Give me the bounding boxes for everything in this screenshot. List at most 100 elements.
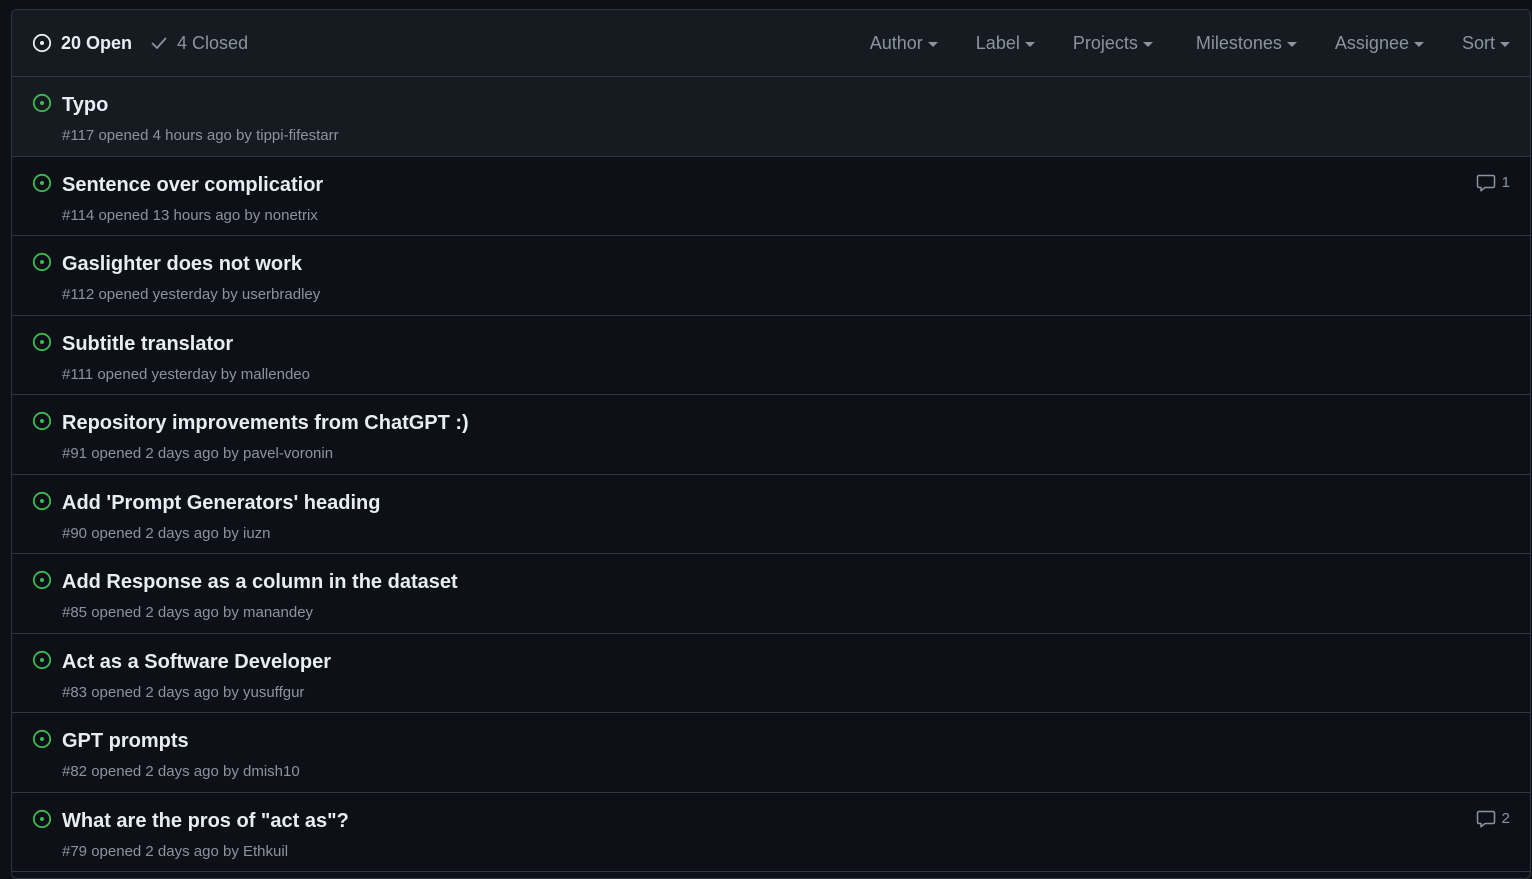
issue-row[interactable]: GPT prompts #82 opened 2 days ago by dmi…	[12, 713, 1530, 793]
issue-number: #90	[62, 524, 88, 542]
label-filter[interactable]: Label	[976, 33, 1035, 54]
issue-title-link[interactable]: Act as a Software Developer	[62, 651, 331, 674]
issue-opened-icon	[32, 570, 52, 590]
issue-title-link[interactable]: Repository improvements from ChatGPT :)	[62, 412, 469, 435]
open-issues-label: 20 Open	[61, 32, 133, 53]
issue-number: #111	[62, 365, 94, 383]
issue-meta: #90 opened 2 days ago by iuzn	[62, 525, 271, 542]
state-toggles: 20 Open 4 Closed	[32, 33, 248, 54]
issue-meta: #91 opened 2 days ago by pavel-voronin	[62, 445, 333, 462]
caret-down-icon	[927, 41, 938, 47]
projects-filter-label: Projects	[1072, 32, 1138, 53]
issue-author-link[interactable]: userbradley	[242, 286, 320, 303]
comment-icon	[1476, 174, 1495, 192]
issue-number: #91	[62, 445, 88, 462]
issue-opened-text: opened 2 days ago by	[91, 683, 239, 701]
issue-title-link[interactable]: Subtitle translator	[62, 333, 233, 356]
filter-bar: Author Label Projects Milestones Assigne…	[870, 33, 1510, 54]
issue-row[interactable]: Typo #117 opened 4 hours ago by tippi-fi…	[12, 77, 1530, 157]
comment-count-link[interactable]: 1	[1476, 174, 1510, 192]
issue-title-link[interactable]: Sentence over complicatior	[62, 174, 323, 197]
issue-row[interactable]: Sentence over complicatior #114 opened 1…	[12, 157, 1530, 236]
sort-filter-label: Sort	[1461, 32, 1495, 53]
sort-filter[interactable]: Sort	[1462, 33, 1510, 54]
issue-author-link[interactable]: dmish10	[243, 763, 300, 780]
issue-opened-text: opened yesterday by	[98, 286, 238, 303]
issue-title-link[interactable]: GPT prompts	[62, 730, 189, 753]
issue-number: #82	[62, 763, 88, 780]
issues-list-box: 20 Open 4 Closed Author Label Projects M…	[11, 9, 1531, 879]
issue-opened-icon	[32, 491, 52, 510]
comment-count: 1	[1501, 174, 1510, 191]
caret-down-icon	[1286, 41, 1297, 47]
issue-opened-icon	[32, 411, 52, 431]
issue-title-link[interactable]: Typo	[62, 94, 108, 117]
issue-number: #112	[62, 286, 95, 303]
issue-meta: #117 opened 4 hours ago by tippi-fifesta…	[62, 127, 339, 144]
caret-down-icon	[1413, 41, 1424, 47]
issue-row[interactable]: Subtitle translator #111 opened yesterda…	[12, 316, 1530, 395]
issue-title-link[interactable]: Add Response as a column in the dataset	[62, 571, 458, 594]
issue-opened-text: opened 13 hours ago by	[98, 206, 261, 224]
issue-number: #117	[62, 127, 95, 144]
issue-row[interactable]: Gaslighter does not work #112 opened yes…	[12, 236, 1530, 316]
issue-meta: #112 opened yesterday by userbradley	[62, 286, 320, 303]
author-filter[interactable]: Author	[870, 33, 938, 54]
issue-row[interactable]: Add 'Prompt Generators' heading #90 open…	[12, 475, 1530, 554]
issue-opened-icon	[32, 729, 52, 749]
issue-title-link[interactable]: Gaslighter does not work	[62, 253, 302, 276]
issue-number: #85	[62, 604, 88, 621]
issue-author-link[interactable]: iuzn	[243, 525, 271, 542]
issue-opened-icon	[32, 252, 52, 272]
issue-opened-text: opened 2 days ago by	[91, 763, 239, 780]
issues-list-header: 20 Open 4 Closed Author Label Projects M…	[12, 10, 1530, 77]
check-icon	[151, 37, 167, 49]
issue-author-link[interactable]: tippi-fifestarr	[256, 127, 339, 144]
issue-opened-text: opened 4 hours ago by	[98, 127, 252, 144]
issue-author-link[interactable]: nonetrix	[264, 207, 317, 224]
milestones-filter[interactable]: Milestones	[1196, 33, 1297, 54]
issue-author-link[interactable]: mallendeo	[241, 366, 310, 383]
issue-opened-icon	[32, 93, 52, 113]
issue-meta: #114 opened 13 hours ago by nonetrix	[62, 207, 318, 224]
issue-row[interactable]: What are the pros of "act as"? #79 opene…	[12, 793, 1530, 872]
author-filter-label: Author	[869, 32, 923, 53]
issue-row[interactable]: Act as a Software Developer #83 opened 2…	[12, 634, 1530, 713]
issue-opened-icon	[32, 173, 52, 192]
comment-count-link[interactable]: 2	[1476, 810, 1510, 828]
issue-row[interactable]: Add Response as a column in the dataset …	[12, 554, 1530, 634]
caret-down-icon	[1142, 41, 1153, 47]
issue-opened-icon	[32, 332, 52, 351]
issue-meta: #79 opened 2 days ago by Ethkuil	[62, 843, 288, 860]
issue-title-link[interactable]: Add 'Prompt Generators' heading	[62, 492, 380, 515]
comment-icon	[1476, 810, 1495, 828]
issue-number: #79	[62, 842, 88, 860]
issue-row[interactable]: Repository improvements from ChatGPT :) …	[12, 395, 1530, 475]
issue-opened-icon	[32, 650, 52, 669]
issue-title-link[interactable]: What are the pros of "act as"?	[62, 810, 349, 833]
issue-author-link[interactable]: yusuffgur	[243, 684, 304, 701]
open-issues-tab[interactable]: 20 Open	[32, 33, 132, 54]
issue-meta: #82 opened 2 days ago by dmish10	[62, 763, 300, 780]
issue-number: #114	[62, 206, 95, 224]
issue-author-link[interactable]: Ethkuil	[243, 843, 288, 860]
milestones-filter-label: Milestones	[1195, 32, 1282, 53]
caret-down-icon	[1500, 41, 1510, 47]
caret-down-icon	[1024, 41, 1035, 47]
issue-meta: #83 opened 2 days ago by yusuffgur	[62, 684, 304, 701]
issue-opened-text: opened 2 days ago by	[91, 604, 239, 621]
issue-opened-icon	[32, 33, 52, 53]
issue-meta: #85 opened 2 days ago by manandey	[62, 604, 313, 621]
issue-opened-text: opened yesterday by	[97, 365, 237, 383]
closed-issues-label: 4 Closed	[177, 32, 249, 53]
issue-number: #83	[62, 683, 88, 701]
issue-author-link[interactable]: manandey	[243, 604, 313, 621]
projects-filter[interactable]: Projects	[1073, 33, 1153, 54]
assignee-filter[interactable]: Assignee	[1335, 33, 1424, 54]
closed-issues-tab[interactable]: 4 Closed	[150, 33, 248, 54]
comment-count: 2	[1501, 810, 1510, 827]
issue-opened-text: opened 2 days ago by	[91, 524, 239, 542]
issue-author-link[interactable]: pavel-voronin	[243, 445, 333, 462]
issue-opened-text: opened 2 days ago by	[91, 842, 239, 860]
issue-opened-text: opened 2 days ago by	[91, 445, 239, 462]
